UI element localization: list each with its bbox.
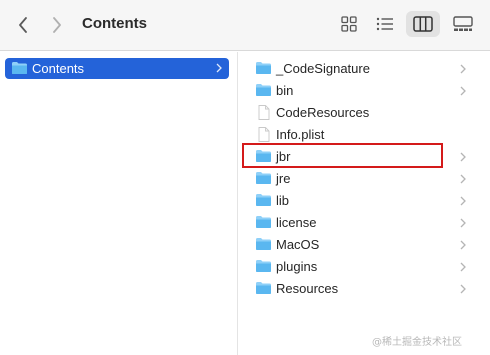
list-item[interactable]: Resources [240,277,490,299]
chevron-right-icon [53,17,61,33]
forward-button[interactable] [46,13,68,37]
chevron-right-icon [460,152,466,162]
selected-folder-label: Contents [32,61,85,76]
list-item-label: lib [276,193,290,208]
contents-column: _CodeSignaturebin CodeResources Info.plist… [240,52,490,355]
folder-icon [256,238,271,250]
list-item[interactable]: _CodeSignature [240,57,490,79]
chevron-right-icon [460,218,466,228]
chevron-right-icon [460,86,466,96]
list-view-icon [376,17,393,31]
back-button[interactable] [12,13,34,37]
document-icon [258,127,270,142]
list-item-label: license [276,215,317,230]
list-item[interactable]: MacOS [240,233,490,255]
folder-icon [256,216,271,228]
chevron-right-icon [460,174,466,184]
list-item[interactable]: license [240,211,490,233]
document-icon [258,105,270,120]
list-item[interactable]: jre [240,167,490,189]
list-item[interactable]: CodeResources [240,101,490,123]
annotation-highlight-box [242,143,443,168]
folder-icon [256,84,271,96]
chevron-right-icon [216,63,222,73]
list-item-label: jre [276,171,291,186]
list-item[interactable]: plugins [240,255,490,277]
icons-view-button[interactable] [332,11,366,37]
gallery-view-button[interactable] [446,11,480,37]
chevron-right-icon [460,196,466,206]
folder-icon [256,282,271,294]
folder-icon [256,260,271,272]
chevron-right-icon [460,240,466,250]
list-view-button[interactable] [368,11,402,37]
list-item-label: bin [276,83,294,98]
parent-column: Contents [0,52,238,355]
window-title: Contents [82,15,147,32]
chevron-right-icon [460,262,466,272]
list-item[interactable]: bin [240,79,490,101]
chevron-right-icon [460,284,466,294]
folder-icon [256,172,271,184]
list-item-label: Info.plist [276,127,325,142]
folder-icon [12,62,27,74]
gallery-view-icon [453,16,473,31]
folder-icon [256,62,271,74]
chevron-right-icon [460,64,466,74]
list-item[interactable]: lib [240,189,490,211]
watermark: @稀土掘金技术社区 [372,337,462,348]
chevron-left-icon [19,17,27,33]
column-view-icon [413,16,433,32]
list-item-label: Resources [276,281,339,296]
list-item-label: MacOS [276,237,320,252]
list-item[interactable]: Info.plist [240,123,490,145]
column-view-button[interactable] [406,11,440,37]
list-item-label: CodeResources [276,105,370,120]
folder-icon [256,194,271,206]
icons-view-icon [341,16,357,32]
list-item-label: _CodeSignature [276,61,370,76]
selected-folder-row[interactable]: Contents [5,58,229,79]
toolbar: Contents [0,0,490,51]
list-item-label: plugins [276,259,318,274]
